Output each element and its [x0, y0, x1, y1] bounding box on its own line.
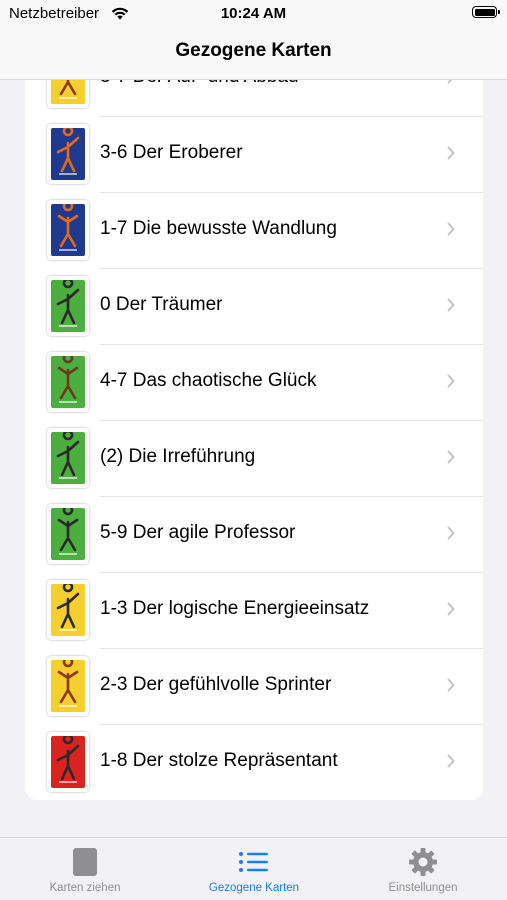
card-title: 0 Der Träumer: [100, 294, 223, 315]
card-figure-icon: [57, 356, 79, 403]
chevron-right-icon: [447, 146, 455, 160]
chevron-right-icon: [447, 754, 455, 768]
card-title: 2-3 Der gefühlvolle Sprinter: [100, 674, 332, 695]
chevron-right-icon: [447, 526, 455, 540]
card-figure-icon: [56, 736, 80, 783]
top-bar: Netzbetreiber 10:24 AM Gezogene Karten: [0, 0, 507, 80]
chevron-right-icon: [447, 298, 455, 312]
card-thumbnail: [47, 656, 89, 716]
tab-gezogene-karten[interactable]: Gezogene Karten: [169, 838, 339, 900]
card-row[interactable]: 2-3 Der gefühlvolle Sprinter: [25, 648, 483, 724]
chevron-right-icon: [447, 450, 455, 464]
tab-karten-ziehen[interactable]: Karten ziehen: [0, 838, 170, 900]
card-title: 1-7 Die bewusste Wandlung: [100, 218, 337, 239]
tab-label: Karten ziehen: [49, 882, 121, 894]
card-title: 4-7 Das chaotische Glück: [100, 370, 317, 391]
page-title: Gezogene Karten: [175, 40, 332, 61]
chevron-right-icon: [447, 678, 455, 692]
card-row[interactable]: 5-9 Der agile Professor: [25, 496, 483, 572]
battery-icon: [472, 6, 500, 18]
tab-einstellungen[interactable]: Einstellungen: [338, 838, 507, 900]
chevron-right-icon: [447, 602, 455, 616]
drawn-cards-list: 3-7 Der Auf- und Abbau3-6 Der Eroberer1-…: [25, 40, 483, 800]
card-title: 3-6 Der Eroberer: [100, 142, 243, 163]
card-row[interactable]: (2) Die Irreführung: [25, 420, 483, 496]
card-row[interactable]: 1-3 Der logische Energieeinsatz: [25, 572, 483, 648]
card-figure-icon: [57, 660, 79, 707]
screen: 3-7 Der Auf- und Abbau3-6 Der Eroberer1-…: [0, 0, 507, 900]
chevron-right-icon: [447, 374, 455, 388]
card-row[interactable]: 1-8 Der stolze Repräsentant: [25, 724, 483, 800]
card-thumbnail: [47, 352, 89, 412]
tab-label: Einstellungen: [388, 882, 458, 894]
card-row[interactable]: 3-6 Der Eroberer: [25, 116, 483, 192]
card-thumbnail: [47, 428, 89, 488]
card-figure-icon: [56, 128, 80, 175]
card-thumbnail: [47, 504, 89, 564]
card-row[interactable]: 0 Der Träumer: [25, 268, 483, 344]
chevron-right-icon: [447, 222, 455, 236]
card-figure-icon: [57, 204, 79, 251]
card-thumbnail: [47, 276, 89, 336]
card-figure-icon: [56, 432, 80, 479]
card-thumbnail: [47, 124, 89, 184]
card-figure-icon: [56, 280, 80, 327]
card-thumbnail: [47, 732, 89, 792]
card-title: (2) Die Irreführung: [100, 446, 256, 467]
status-bar: Netzbetreiber 10:24 AM: [0, 0, 507, 28]
card-row[interactable]: 1-7 Die bewusste Wandlung: [25, 192, 483, 268]
card-title: 1-8 Der stolze Repräsentant: [100, 750, 338, 771]
card-thumbnail: [47, 200, 89, 260]
card-figure-icon: [57, 508, 79, 555]
gear-icon: [409, 848, 437, 876]
card-figure-icon: [56, 584, 80, 631]
card-title: 1-3 Der logische Energieeinsatz: [100, 598, 370, 619]
card-thumbnail: [47, 580, 89, 640]
clock: 10:24 AM: [220, 5, 287, 22]
card-row[interactable]: 4-7 Das chaotische Glück: [25, 344, 483, 420]
list-icon: [239, 852, 268, 872]
tab-label: Gezogene Karten: [208, 882, 300, 894]
card-icon: [73, 848, 97, 876]
card-title: 5-9 Der agile Professor: [100, 522, 296, 543]
tab-bar: Karten ziehen Gezogene Karten Einstellun…: [0, 837, 507, 900]
